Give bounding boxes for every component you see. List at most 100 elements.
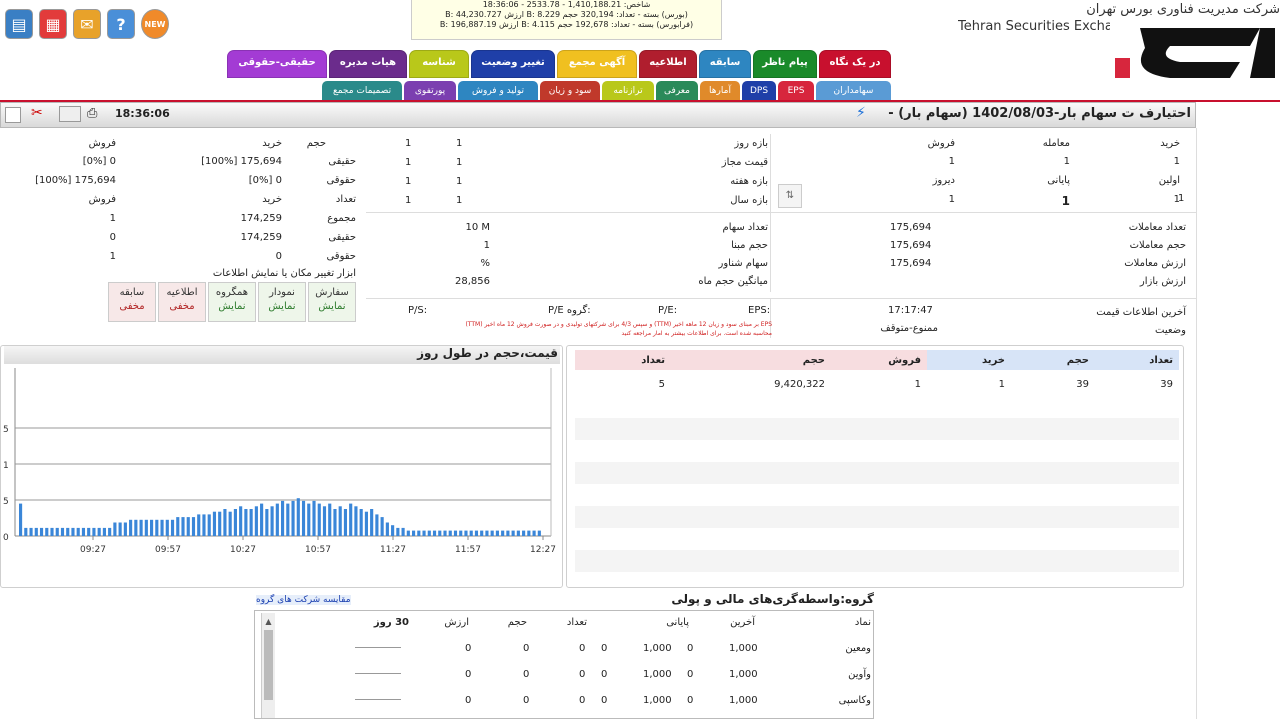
help-icon[interactable]: ? (107, 9, 135, 39)
tab-6[interactable]: شناسه (409, 50, 469, 78)
mid-stat-label: سهام شناور (718, 258, 768, 269)
chart-bar (359, 509, 363, 536)
tool-title: اطلاعیه (166, 287, 198, 298)
grid-app-icon[interactable]: ▦ (39, 9, 67, 39)
ticker-line2: (بورس) بسته - تعداد: 320,194 حجم B: 8.22… (445, 10, 688, 19)
chart-bar (202, 514, 206, 536)
subtab-8[interactable]: پورتفوی (404, 81, 456, 101)
group-symbol[interactable]: وکاسپی (811, 695, 871, 706)
chart-bar (19, 503, 23, 536)
chart-bar (495, 530, 499, 536)
subtab-6[interactable]: سود و زیان (540, 81, 600, 101)
tab-1[interactable]: پیام ناظر (753, 50, 817, 78)
group-cell-count: 0 (579, 669, 586, 680)
lb-row-label: تعداد (335, 194, 356, 205)
ob-head-cell: حجم (1011, 350, 1095, 370)
group-cell-close: 1,000 (643, 643, 672, 654)
rb-stat-value: 175,694 (890, 222, 932, 233)
tools-icon[interactable]: ✂ (31, 105, 43, 121)
tool-toggle-0[interactable]: سفارش نمایش (308, 282, 356, 322)
chart-bar (291, 500, 295, 536)
ticker-line3: (فرابورس) بسته - تعداد: 192,678 حجم B: 4… (439, 20, 694, 29)
chart-x-tick: 09:27 (80, 545, 106, 555)
chart-bar (118, 522, 122, 536)
subtab-0[interactable]: سهامداران (816, 81, 891, 101)
group-cell-vol: 0 (523, 669, 530, 680)
group-cell-count: 0 (579, 695, 586, 706)
tab-4[interactable]: آگهی مجمع (557, 50, 637, 78)
tool-toggle-1[interactable]: نمودار نمایش (258, 282, 306, 322)
lb-head-buy: خرید (262, 138, 282, 149)
flash-icon[interactable]: ⚡ (856, 105, 866, 121)
tool-state: نمایش (218, 301, 246, 312)
tool-state: نمایش (318, 301, 346, 312)
range-chart-icon[interactable]: ⇅ (778, 184, 802, 208)
group-cell-value: 0 (465, 669, 472, 680)
lb-row-buy: 174,259 (240, 213, 282, 224)
group-cell-last: 1,000 (729, 695, 758, 706)
symbol-title-bar: احتیارف ت سهام بار-1402/08/03 (سهام بار)… (0, 102, 1196, 128)
mid-stat-value: 1 (483, 240, 490, 251)
range-b: 1 (405, 138, 412, 149)
chart-bar (29, 527, 33, 536)
subtab-9[interactable]: تصمیمات مجمع (322, 81, 402, 101)
chart-bar (312, 500, 316, 536)
group-scrollbar[interactable]: ▲ (261, 613, 275, 718)
tool-state: نمایش (268, 301, 296, 312)
site-logo (1110, 18, 1280, 88)
range-label: بازه هفته (730, 176, 768, 187)
tool-toggle-4[interactable]: سابقه مخفی (108, 282, 156, 322)
group-head-cell: آخرین (730, 617, 755, 628)
new-icon[interactable]: NEW (141, 9, 169, 39)
tab-0[interactable]: در یک نگاه (819, 50, 891, 78)
divider (366, 212, 1196, 213)
chart-bar (155, 519, 159, 536)
tab-5[interactable]: تغییر وضعیت (471, 50, 555, 78)
rb-cell: دیروز (932, 175, 955, 186)
chart-x-tick: 10:27 (230, 545, 256, 555)
tab-8[interactable]: حقیقی-حقوقی (227, 50, 327, 78)
status-label: وضعیت (1155, 325, 1186, 336)
tab-3[interactable]: اطلاعیه (639, 50, 697, 78)
chart-bar (453, 530, 458, 536)
rb-stat-label: تعداد معاملات (1128, 222, 1186, 233)
chart-bar (239, 506, 243, 536)
table-icon[interactable] (59, 106, 81, 122)
chart-y-tick: 1 (3, 461, 9, 471)
subtab-3[interactable]: آمارها (700, 81, 740, 101)
tool-toggle-3[interactable]: اطلاعیه مخفی (158, 282, 206, 322)
tab-2[interactable]: سابقه (699, 50, 751, 78)
tab-7[interactable]: هیات مدیره (329, 50, 407, 78)
chart-bar (181, 517, 185, 536)
subtab-5[interactable]: ترازنامه (602, 81, 654, 101)
subtab-2[interactable]: DPS (742, 81, 776, 101)
rb-header: فروش (927, 138, 955, 149)
chart-bar (391, 525, 395, 536)
chart-bar (260, 503, 264, 536)
tool-toggle-2[interactable]: همگروه نمایش (208, 282, 256, 322)
lb-row-sell: 0 (109, 232, 116, 243)
chart-bar (228, 511, 232, 536)
chart-bar (406, 530, 410, 536)
chart-bar (364, 511, 368, 536)
group-compare-link[interactable]: مقایسه شرکت های گروه (256, 595, 351, 605)
chart-bar (281, 500, 285, 536)
group-table: ▲ نماد آخرین پایانی تعداد حجم ارزش 30 روز ومعین… (254, 610, 874, 719)
doc-app-icon[interactable]: ▤ (5, 9, 33, 39)
print-icon[interactable]: ⎙ (87, 106, 97, 121)
chat-app-icon[interactable]: ✉ (73, 9, 101, 39)
page-icon[interactable] (5, 107, 21, 123)
group-symbol[interactable]: ومعین (811, 643, 871, 654)
mid-stat-label: تعداد سهام (722, 222, 769, 233)
lb-row-sell: [100%] 175,694 (35, 175, 116, 186)
group-cell-count: 0 (579, 643, 586, 654)
orderbook-row: 39 39 1 1 9,420,322 5 (575, 372, 1179, 392)
chart-bar (150, 519, 154, 536)
group-symbol[interactable]: وآوین (811, 669, 871, 680)
subtab-4[interactable]: معرفی (656, 81, 698, 101)
chart-bar (139, 519, 143, 536)
chart-bar (76, 527, 80, 536)
subtab-7[interactable]: تولید و فروش (458, 81, 538, 101)
subtab-1[interactable]: EPS (778, 81, 814, 101)
lb-row-buy: [100%] 175,694 (201, 156, 282, 167)
